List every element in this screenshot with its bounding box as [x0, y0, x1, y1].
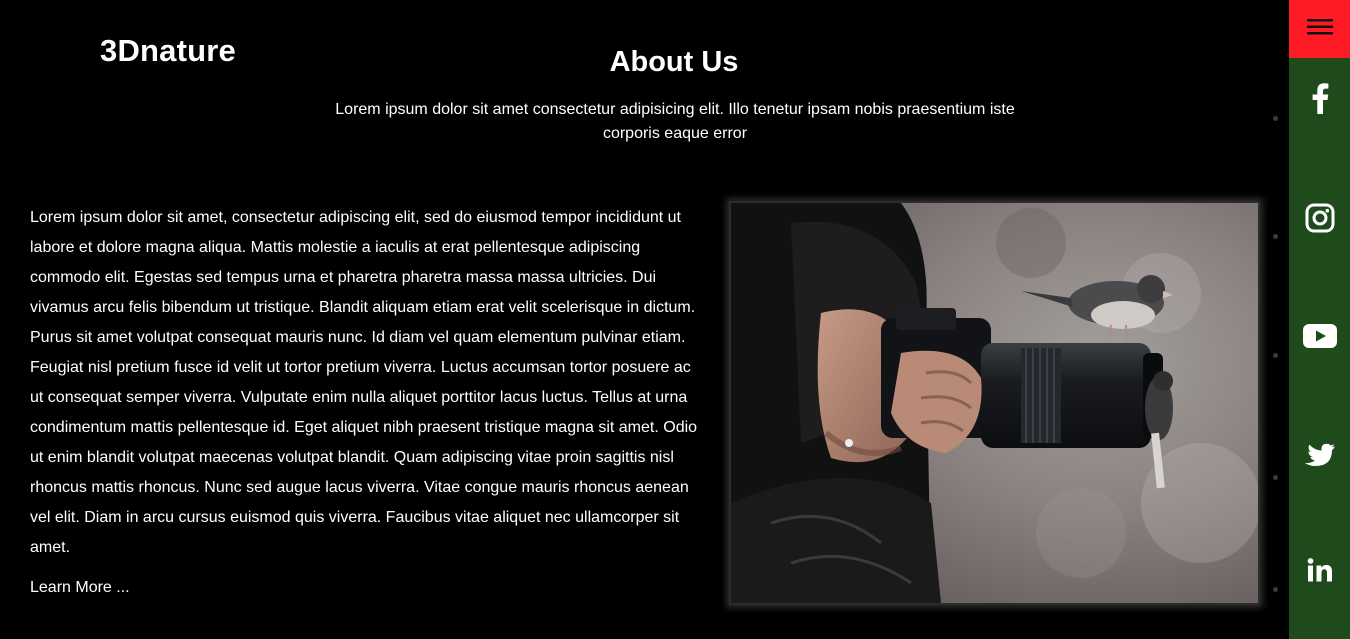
twitter-link[interactable]: [1289, 438, 1350, 478]
hamburger-menu-icon: [1306, 18, 1333, 41]
photographer-with-bird-image: [729, 201, 1260, 605]
linkedin-link[interactable]: [1289, 552, 1350, 592]
about-paragraph: Lorem ipsum dolor sit amet, consectetur …: [30, 209, 698, 556]
scroll-indicator-dot: [1273, 234, 1278, 239]
facebook-icon: [1311, 82, 1329, 119]
instagram-link[interactable]: [1289, 200, 1350, 240]
linkedin-icon: [1307, 557, 1333, 587]
instagram-icon: [1305, 203, 1335, 238]
learn-more-link[interactable]: Learn More ...: [30, 579, 130, 597]
scroll-indicator-dot: [1273, 116, 1278, 121]
scroll-indicator-dot: [1273, 475, 1278, 480]
twitter-icon: [1304, 443, 1336, 474]
scroll-indicator-dot: [1273, 587, 1278, 592]
scroll-indicator-dot: [1273, 353, 1278, 358]
page-title: About Us: [609, 46, 739, 78]
menu-button[interactable]: [1289, 0, 1350, 58]
facebook-link[interactable]: [1289, 80, 1350, 120]
youtube-link[interactable]: [1289, 318, 1350, 358]
page-subtitle: Lorem ipsum dolor sit amet consectetur a…: [335, 101, 1015, 142]
youtube-icon: [1302, 323, 1337, 353]
